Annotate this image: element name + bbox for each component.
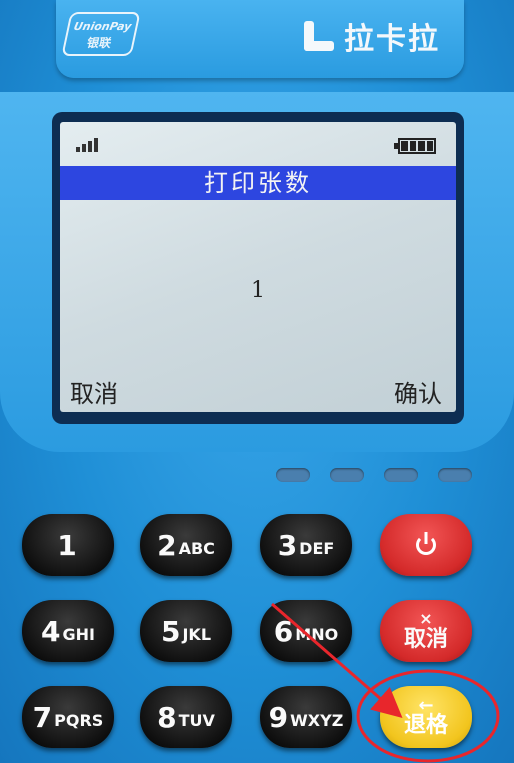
led-4 [438,468,472,482]
cancel-key[interactable]: × 取消 [380,600,472,662]
key-8[interactable]: 8 TUV [140,686,232,748]
brand-name: 拉卡拉 [344,22,440,57]
backspace-key[interactable]: ← 退格 [380,686,472,748]
softkey-cancel[interactable]: 取消 [70,374,118,409]
led-2 [330,468,364,482]
unionpay-logo: UnionPay 银联 [61,12,141,56]
key-3[interactable]: 3 DEF [260,514,352,576]
battery-icon [394,138,436,154]
key-5[interactable]: 5 JKL [140,600,232,662]
close-icon: × [419,609,433,628]
screen-title: 打印张数 [60,166,456,200]
copies-value: 1 [251,278,265,303]
key-6[interactable]: 6 MNO [260,600,352,662]
brand-icon [304,21,334,51]
key-4[interactable]: 4 GHI [22,600,114,662]
key-1[interactable]: 1 [22,514,114,576]
led-1 [276,468,310,482]
softkey-confirm[interactable]: 确认 [394,374,442,409]
key-9[interactable]: 9 WXYZ [260,686,352,748]
lcd-screen: 打印张数 1 取消 确认 [60,122,456,412]
led-3 [384,468,418,482]
signal-icon [76,136,102,152]
pos-terminal: UnionPay 银联 拉卡拉 打印张数 1 取消 确认 1 2 ABC 3 D… [0,0,514,763]
brand-logo: 拉卡拉 [304,16,440,57]
status-bar [60,122,456,162]
power-icon [416,535,436,555]
key-2[interactable]: 2 ABC [140,514,232,576]
power-button[interactable] [380,514,472,576]
status-leds [276,468,472,482]
key-7[interactable]: 7 PQRS [22,686,114,748]
